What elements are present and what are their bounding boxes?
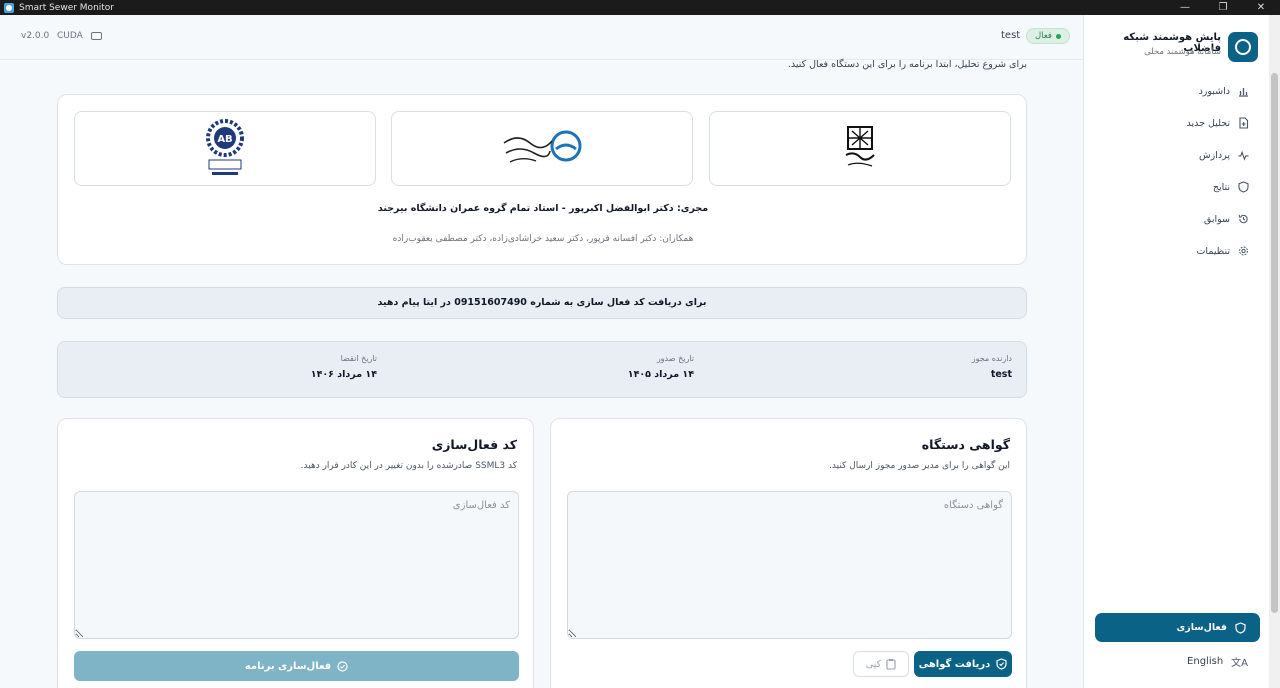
language-switch[interactable]: 文A English bbox=[1187, 654, 1248, 669]
activation-code-textarea[interactable] bbox=[74, 491, 519, 639]
scrollbar[interactable] bbox=[1269, 15, 1280, 688]
svg-text:AB: AB bbox=[217, 134, 232, 145]
sidebar-item-processing[interactable]: پردازش bbox=[1199, 145, 1249, 165]
minimize-icon[interactable]: — bbox=[1166, 0, 1204, 15]
gpu-icon bbox=[90, 32, 102, 40]
sidebar-item-label: نتایج bbox=[1212, 181, 1230, 193]
credits-card: AB مجری: دکتر ابوالفضل اکبرپور - استاد ت… bbox=[57, 94, 1027, 265]
water-company-logo-icon bbox=[503, 130, 582, 163]
activate-app-button[interactable]: فعال‌سازی برنامه bbox=[74, 651, 519, 681]
copy-label: کپی bbox=[865, 658, 882, 670]
activation-notice: برای دریافت کد فعال سازی به شماره 091516… bbox=[57, 287, 1027, 319]
certificate-textarea[interactable] bbox=[567, 491, 1012, 639]
bar-chart-icon bbox=[1238, 86, 1249, 97]
shield-icon bbox=[996, 658, 1007, 670]
app-icon bbox=[4, 2, 14, 13]
logo-water-company-box bbox=[391, 111, 693, 186]
app-logo-icon bbox=[1228, 32, 1258, 62]
gear-icon bbox=[1238, 246, 1249, 257]
license-holder-value: test bbox=[990, 369, 1012, 380]
scrollbar-thumb[interactable] bbox=[1271, 73, 1278, 613]
status-dot-icon bbox=[1055, 33, 1061, 39]
sidebar-item-new-analysis[interactable]: تحلیل جدید bbox=[1187, 113, 1250, 133]
version-label: v2.0.0 bbox=[21, 31, 50, 41]
license-expire-value: ۱۴ مرداد ۱۴۰۶ bbox=[310, 369, 377, 380]
window-titlebar: Smart Sewer Monitor — ❐ ✕ bbox=[0, 0, 1280, 15]
abtiran-logo-icon: AB bbox=[206, 118, 244, 175]
sidebar-item-settings[interactable]: تنظیمات bbox=[1196, 241, 1249, 261]
license-holder: دارنده مجوز test bbox=[972, 354, 1012, 380]
license-issue: تاریخ صدور ۱۴ مرداد ۱۴۰۵ bbox=[628, 354, 694, 380]
sidebar-item-results[interactable]: نتایج bbox=[1213, 177, 1249, 197]
device-label: CUDA bbox=[57, 31, 83, 41]
main-content: v2.0.0 CUDA test فعال برای شروع تحلیل، ا… bbox=[0, 15, 1083, 688]
logo-birjand-box bbox=[709, 111, 1011, 186]
get-certificate-label: دریافت گواهی bbox=[918, 658, 991, 670]
file-plus-icon bbox=[1238, 117, 1249, 129]
device-indicator: CUDA bbox=[57, 31, 102, 41]
certificate-panel: گواهی دستگاه این گواهی را برای مدیر صدور… bbox=[550, 418, 1027, 688]
activation-title: کد فعال‌سازی bbox=[431, 437, 517, 452]
sidebar-item-label: پردازش bbox=[1199, 149, 1230, 161]
user-name: test bbox=[1001, 30, 1021, 41]
license-holder-label: دارنده مجوز bbox=[971, 354, 1012, 363]
top-bar: v2.0.0 CUDA test فعال bbox=[0, 15, 1083, 59]
license-expire-label: تاریخ انقضا bbox=[340, 354, 377, 363]
status-label: فعال bbox=[1035, 31, 1052, 41]
check-circle-icon bbox=[337, 660, 348, 672]
logo-abtiran-box: AB bbox=[74, 111, 376, 186]
close-icon[interactable]: ✕ bbox=[1242, 0, 1280, 15]
sidebar-subtitle: سامانه هوشمند محلی bbox=[1143, 47, 1221, 57]
activate-app-label: فعال‌سازی برنامه bbox=[244, 660, 332, 672]
instruction-text: برای شروع تحلیل، ابتدا برنامه را برای ای… bbox=[787, 59, 1027, 70]
license-issue-value: ۱۴ مرداد ۱۴۰۵ bbox=[627, 369, 694, 380]
birjand-university-logo-icon bbox=[845, 125, 875, 167]
window-title: Smart Sewer Monitor bbox=[19, 2, 115, 13]
activity-icon bbox=[1238, 150, 1249, 161]
executor-text: مجری: دکتر ابوالفضل اکبرپور - استاد تمام… bbox=[377, 203, 709, 214]
sidebar-item-activation[interactable]: فعال‌سازی bbox=[1095, 613, 1260, 642]
sidebar-item-dashboard[interactable]: داشبورد bbox=[1199, 81, 1249, 101]
shield-icon bbox=[1238, 181, 1249, 193]
colleagues-text: همکاران: دکتر افسانه فرپور، دکتر سعید خر… bbox=[392, 234, 694, 244]
license-info: دارنده مجوز test تاریخ صدور ۱۴ مرداد ۱۴۰… bbox=[57, 341, 1027, 398]
activation-desc: کد SSML3 صادرشده را بدون تغییر در این کا… bbox=[300, 461, 517, 471]
sidebar-item-label: تحلیل جدید bbox=[1186, 117, 1231, 129]
copy-button[interactable]: کپی bbox=[853, 651, 909, 677]
language-label: English bbox=[1187, 656, 1224, 667]
sidebar-item-label: تنظیمات bbox=[1196, 245, 1230, 257]
sidebar: پایش هوشمند شبکه فاضلاب سامانه هوشمند مح… bbox=[1083, 15, 1269, 688]
certificate-title: گواهی دستگاه bbox=[921, 437, 1010, 452]
activation-panel: کد فعال‌سازی کد SSML3 صادرشده را بدون تغ… bbox=[57, 418, 534, 688]
license-issue-label: تاریخ صدور bbox=[656, 354, 694, 363]
get-certificate-button[interactable]: دریافت گواهی bbox=[914, 651, 1012, 677]
maximize-icon[interactable]: ❐ bbox=[1204, 0, 1242, 15]
clipboard-icon bbox=[886, 659, 896, 670]
sidebar-item-history[interactable]: سوابق bbox=[1204, 209, 1249, 229]
shield-icon bbox=[1235, 621, 1246, 634]
status-badge: فعال bbox=[1026, 28, 1070, 44]
sidebar-item-label: فعال‌سازی bbox=[1176, 622, 1227, 633]
license-expire: تاریخ انقضا ۱۴ مرداد ۱۴۰۶ bbox=[311, 354, 377, 380]
translate-icon: 文A bbox=[1231, 658, 1248, 669]
sidebar-item-label: سوابق bbox=[1203, 213, 1230, 225]
history-icon bbox=[1238, 214, 1249, 225]
window-controls: — ❐ ✕ bbox=[1166, 0, 1280, 15]
sidebar-item-label: داشبورد bbox=[1198, 85, 1230, 97]
certificate-desc: این گواهی را برای مدیر صدور مجوز ارسال ک… bbox=[829, 461, 1010, 471]
